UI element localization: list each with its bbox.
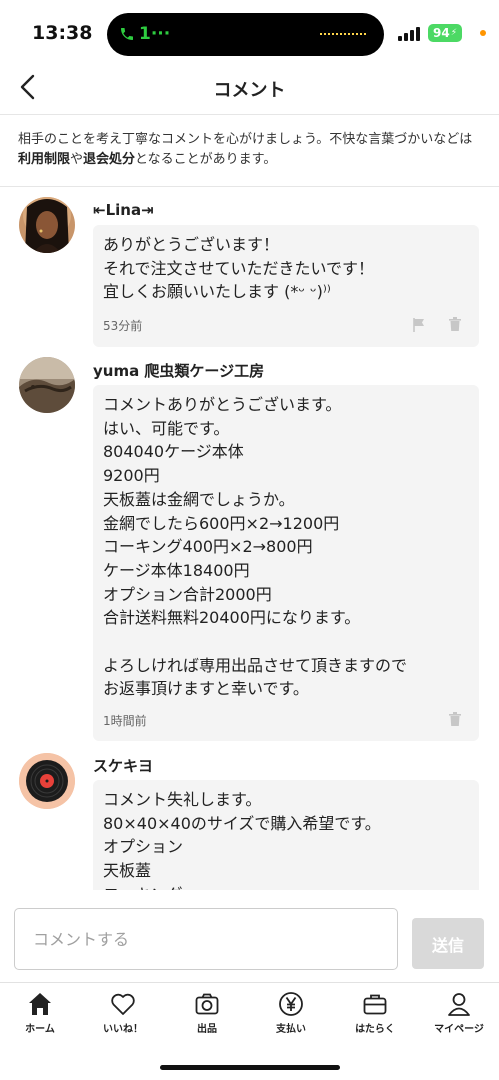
call-indicator[interactable]: 1··· [119, 24, 170, 44]
notice-text-3: となることがあります。 [135, 152, 277, 167]
tab-home[interactable]: ホーム [0, 991, 80, 1039]
page-title: コメント [213, 80, 286, 101]
notice-bold-account-termination: 退会処分 [83, 152, 136, 167]
comment-bubble: ありがとうございます！ それで注文させていただきたいです！ 宜しくお願いいたしま… [93, 225, 479, 347]
nav-header: コメント [0, 60, 499, 115]
notice-bold-usage-restriction: 利用制限 [18, 152, 71, 167]
vinyl-record-icon [19, 753, 75, 809]
notice-text-1: 相手のことを考え丁寧なコメントを心がけましょう。不快な言葉づかいなどは [18, 132, 473, 147]
comment-text: コメント失礼します。 80×40×40のサイズで購入希望です。 オプション 天板… [103, 790, 381, 890]
comment-timestamp: 1時間前 [103, 714, 147, 728]
avatar[interactable] [19, 197, 75, 253]
tab-work[interactable]: はたらく [335, 991, 415, 1039]
comment-text: コメントありがとうございます。 はい、可能です。 804040ケージ本体 920… [103, 395, 408, 699]
tab-label: いいね！ [103, 1024, 143, 1035]
comment-username[interactable]: スケキヨ [93, 755, 153, 776]
notice-text-2: や [70, 152, 84, 167]
comment-username[interactable]: yuma 爬虫類ケージ工房 [93, 360, 264, 381]
battery-icon: 94 ⚡ [428, 24, 462, 42]
privacy-indicator [480, 30, 486, 36]
report-flag-icon[interactable] [411, 317, 427, 333]
phone-icon [121, 28, 133, 40]
tab-label: ホーム [25, 1024, 55, 1035]
heart-icon [111, 993, 135, 1015]
avatar[interactable] [19, 753, 75, 809]
battery-level: 94 [432, 26, 450, 40]
tab-label: 支払い [276, 1024, 306, 1035]
call-indicator-text: 1··· [139, 24, 171, 44]
comment-item: スケキヨ コメント失礼します。 80×40×40のサイズで購入希望です。 オプシ… [0, 747, 499, 890]
tab-payment[interactable]: 支払い [251, 991, 331, 1039]
yen-icon [279, 992, 303, 1016]
comment-item: ⇤Lina⇥ ありがとうございます！ それで注文させていただきたいです！ 宜しく… [0, 187, 499, 352]
comment-timestamp: 53分前 [103, 319, 143, 333]
audio-waveform [320, 33, 366, 35]
delete-trash-icon[interactable] [447, 711, 463, 727]
comment-bubble: コメントありがとうございます。 はい、可能です。 804040ケージ本体 920… [93, 385, 479, 741]
home-indicator[interactable] [160, 1065, 340, 1070]
comment-username[interactable]: ⇤Lina⇥ [93, 201, 154, 219]
comment-bubble: コメント失礼します。 80×40×40のサイズで購入希望です。 オプション 天板… [93, 780, 479, 890]
comment-item: yuma 爬虫類ケージ工房 コメントありがとうございます。 はい、可能です。 8… [0, 352, 499, 747]
status-time: 13:38 [32, 22, 93, 44]
comment-list[interactable]: ⇤Lina⇥ ありがとうございます！ それで注文させていただきたいです！ 宜しく… [0, 187, 499, 890]
avatar[interactable] [19, 357, 75, 413]
signal-icon [398, 27, 420, 41]
send-button[interactable]: 送信 [412, 918, 484, 969]
camera-icon [195, 993, 219, 1015]
tab-label: はたらく [355, 1024, 395, 1035]
comment-text: ありがとうございます！ それで注文させていただきたいです！ 宜しくお願いいたしま… [103, 235, 375, 302]
tab-likes[interactable]: いいね！ [83, 991, 163, 1039]
comment-guideline-notice: 相手のことを考え丁寧なコメントを心がけましょう。不快な言葉づかいなどは利用制限や… [18, 130, 483, 170]
comment-compose-bar: 送信 [0, 890, 499, 982]
home-icon [29, 993, 51, 1015]
comment-input[interactable] [14, 908, 398, 970]
tab-label: マイページ [434, 1024, 484, 1035]
tab-label: 出品 [197, 1024, 217, 1035]
briefcase-icon [363, 994, 387, 1015]
status-bar: 13:38 1··· 94 ⚡ [0, 0, 499, 58]
tab-sell[interactable]: 出品 [167, 991, 247, 1039]
tab-mypage[interactable]: マイページ [419, 991, 499, 1039]
dynamic-island[interactable]: 1··· [107, 13, 384, 56]
delete-trash-icon[interactable] [447, 316, 463, 332]
person-icon [448, 993, 470, 1016]
